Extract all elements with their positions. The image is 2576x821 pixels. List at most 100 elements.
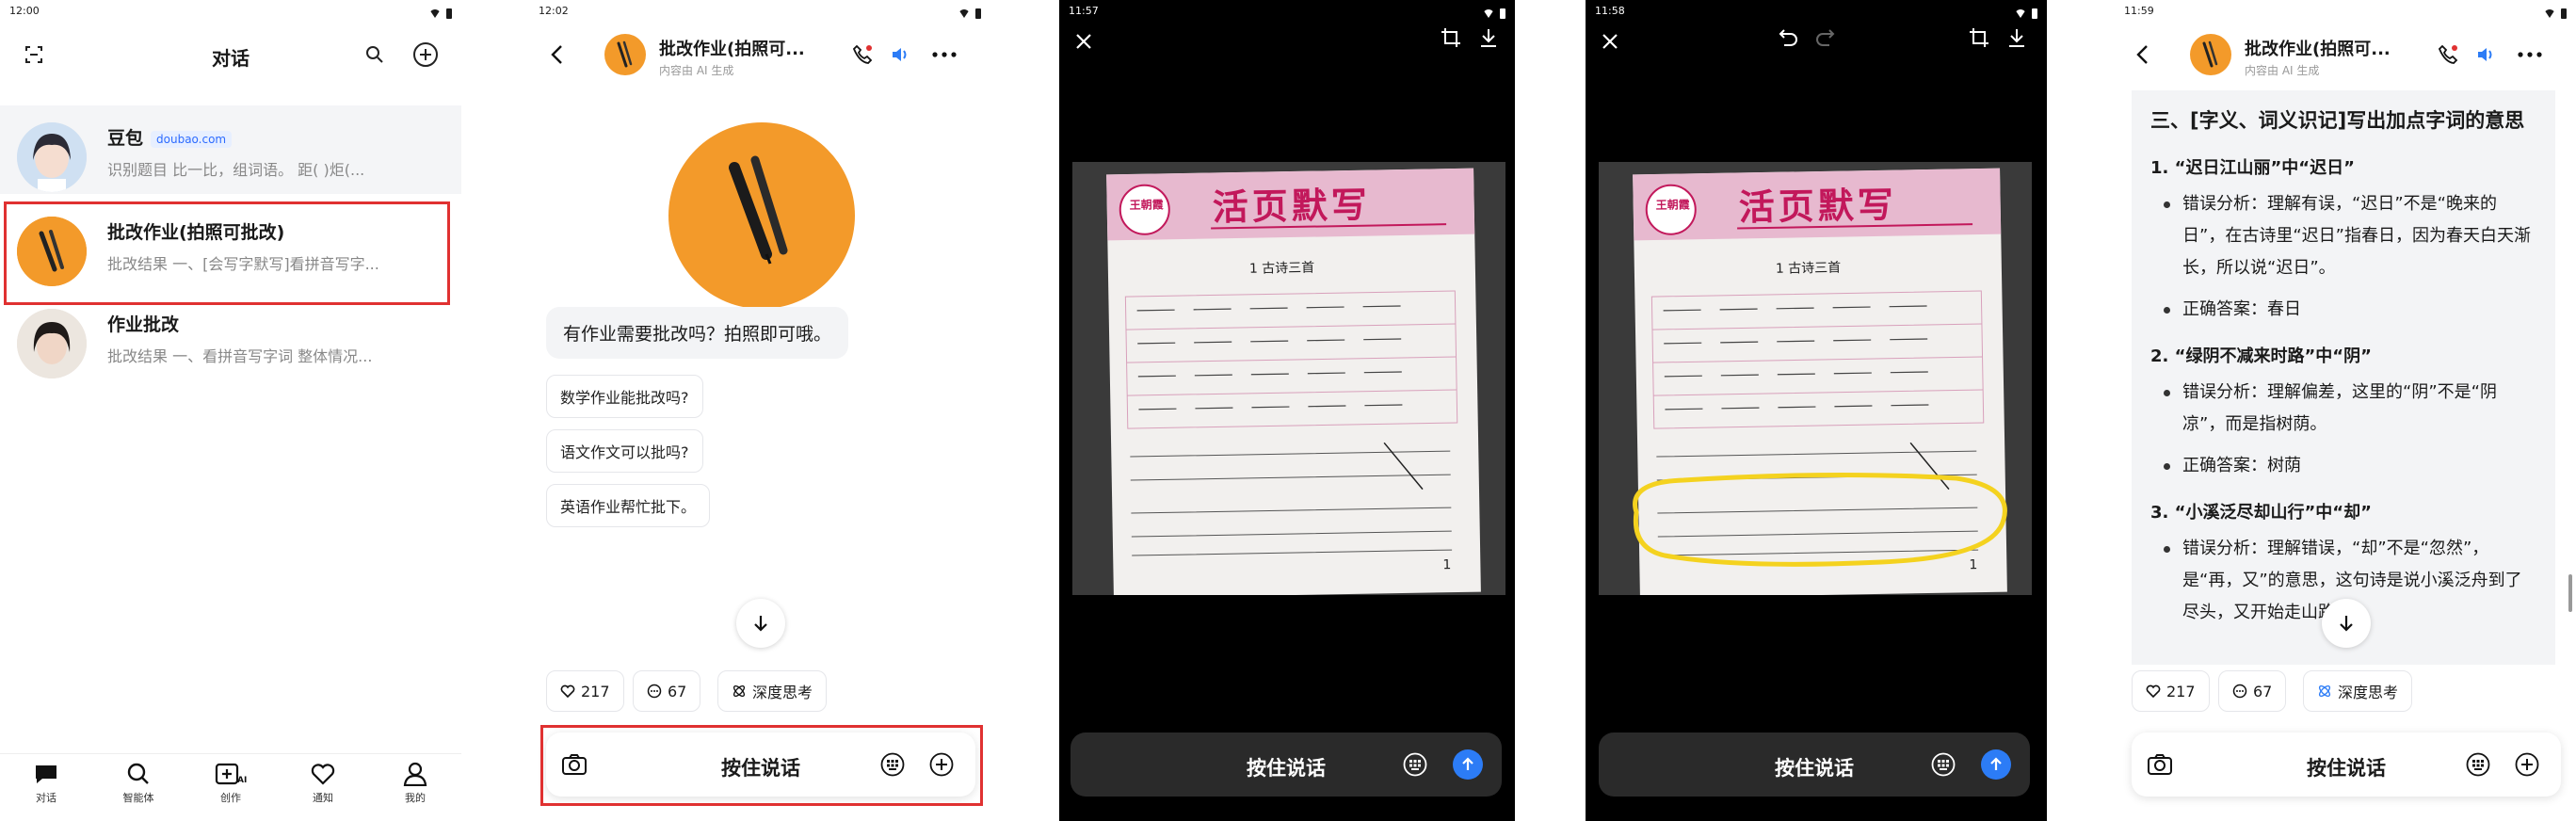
phone-icon[interactable] [2435,41,2461,68]
bot-avatar[interactable] [2190,34,2231,75]
add-icon[interactable] [411,40,441,70]
atom-icon [2318,684,2331,698]
wifi-icon [429,9,441,18]
like-count: 217 [2166,682,2196,700]
item-title: 3. “小溪泛尽却山行”中“却” [2150,503,2372,523]
chat-header: 批改作业(拍照可... 内容由 AI 生成 [529,23,990,87]
chat-preview: 识别题目 比一比，组词语。 距( )炬(... [107,161,365,179]
heart-icon [2146,684,2161,698]
scroll-down-button[interactable] [2322,599,2371,648]
plus-icon[interactable] [2512,749,2542,780]
status-bar: 12:02 [529,0,990,23]
suggestion-chip[interactable]: 语文作文可以批吗? [546,429,703,473]
bot-name: 批改作业(拍照可... [659,40,805,59]
comment-icon [647,684,662,699]
avatar [17,122,87,192]
speaker-icon[interactable] [887,41,913,68]
keyboard-icon[interactable] [2463,749,2493,780]
voice-input-bar[interactable]: 按住说话 [1599,732,2030,797]
hold-to-talk[interactable]: 按住说话 [2132,753,2561,781]
scrollbar[interactable] [2568,574,2572,612]
comment-icon [2232,684,2247,699]
screen-bot-chat: 12:02 批改作业(拍照可... 内容由 AI 生成 有作业需要批改吗？拍照即… [529,0,990,821]
wifi-icon [958,9,970,18]
yellow-circle-annotation [1633,472,2007,567]
svg-text:1: 1 [1442,557,1451,572]
like-button[interactable]: 217 [2132,670,2210,712]
deep-think-button[interactable]: 深度思考 [2303,670,2413,712]
chat-icon [36,765,56,783]
homework-photo: 1 王朝霞 活页默写 1 古诗三首 [1072,162,1505,595]
status-time: 11:57 [1069,5,1099,17]
like-button[interactable]: 217 [546,670,624,712]
redo-icon[interactable] [1811,24,1838,51]
nav-create[interactable]: AI 创作 [198,762,264,805]
download-icon[interactable] [2004,24,2030,51]
more-icon[interactable] [928,41,960,68]
nav-profile[interactable]: 我的 [382,762,448,805]
wifi-icon [2015,9,2026,18]
speaker-icon[interactable] [2472,41,2499,68]
highlight-box [4,201,450,305]
nav-label: 对话 [36,792,56,804]
hold-to-talk[interactable]: 按住说话 [1599,753,2030,781]
hold-to-talk[interactable]: 按住说话 [1071,753,1502,781]
comment-button[interactable]: 67 [633,670,701,712]
phone-icon[interactable] [849,41,876,68]
arrow-down-icon [754,616,767,632]
crop-icon[interactable] [1966,24,1992,51]
undo-icon[interactable] [1776,24,1802,51]
send-button[interactable] [1453,749,1483,780]
chat-item-homework[interactable]: 作业批改 批改结果 一、看拼音写字词 整体情况... [0,292,461,380]
close-icon[interactable] [1071,28,1097,55]
like-count: 217 [581,682,610,700]
screen-conversation-list: 12:00 对话 豆包 doubao.com 识别题目 比一比，组词语。 距( )… [0,0,461,821]
status-bar: 12:00 [0,0,461,23]
search-icon[interactable] [362,41,388,68]
crop-icon[interactable] [1438,24,1464,51]
battery-icon [2561,8,2567,19]
highlight-box [540,725,983,806]
deep-think-button[interactable]: 深度思考 [717,670,828,712]
status-time: 11:59 [2124,5,2154,17]
ai-disclaimer: 内容由 AI 生成 [659,64,734,77]
more-icon[interactable] [2514,41,2546,68]
worksheet-title: 活页默写 [1212,184,1372,229]
download-icon[interactable] [1475,24,1502,51]
battery-icon [1500,8,1505,19]
comment-count: 67 [668,682,687,700]
nav-notifications[interactable]: 通知 [290,762,356,805]
chat-name: 作业批改 [107,314,180,335]
bot-name: 批改作业(拍照可... [2245,40,2391,59]
voice-input-bar[interactable]: 按住说话 [2132,732,2561,797]
nav-agents[interactable]: 智能体 [105,762,171,805]
chat-item-doubao[interactable]: 豆包 doubao.com 识别题目 比一比，组词语。 距( )炬(... [0,105,461,194]
comment-button[interactable]: 67 [2218,670,2287,712]
bot-avatar[interactable] [604,34,646,75]
bottom-nav: 对话 智能体 AI 创作 通知 我的 [0,753,461,821]
analysis-bullet: 错误分析：理解有误，“迟日”不是“晚来的日”，在古诗里“迟日”指春日，因为春天白… [2150,188,2536,284]
close-icon[interactable] [1597,28,1623,55]
keyboard-icon[interactable] [1400,749,1430,780]
deep-think-label: 深度思考 [752,684,813,701]
send-button[interactable] [1981,749,2011,780]
heart-icon [311,764,335,785]
keyboard-icon[interactable] [1928,749,1958,780]
scroll-down-button[interactable] [736,599,785,648]
suggestion-chip[interactable]: 数学作业能批改吗? [546,375,703,418]
status-bar: 11:57 [1059,0,1515,23]
status-bar: 11:59 [2115,0,2576,23]
voice-input-bar[interactable]: 按住说话 [1071,732,1502,797]
analysis-bullet: 错误分析：理解偏差，这里的“阴”不是“阴凉”，而是指树荫。 [2150,377,2536,441]
page-title: 对话 [212,47,250,70]
back-icon[interactable] [544,41,571,68]
answer-bullet: 正确答案：春日 [2150,294,2536,326]
wifi-icon [2544,9,2555,18]
suggestion-chip[interactable]: 英语作业帮忙批下。 [546,484,711,527]
item-title: 2. “绿阴不减来时路”中“阴” [2150,346,2372,366]
nav-label: 创作 [220,792,241,804]
publisher-logo: 王朝霞 [1129,198,1164,213]
back-icon[interactable] [2130,41,2156,68]
nav-chat[interactable]: 对话 [13,762,79,805]
atom-icon [733,684,746,698]
